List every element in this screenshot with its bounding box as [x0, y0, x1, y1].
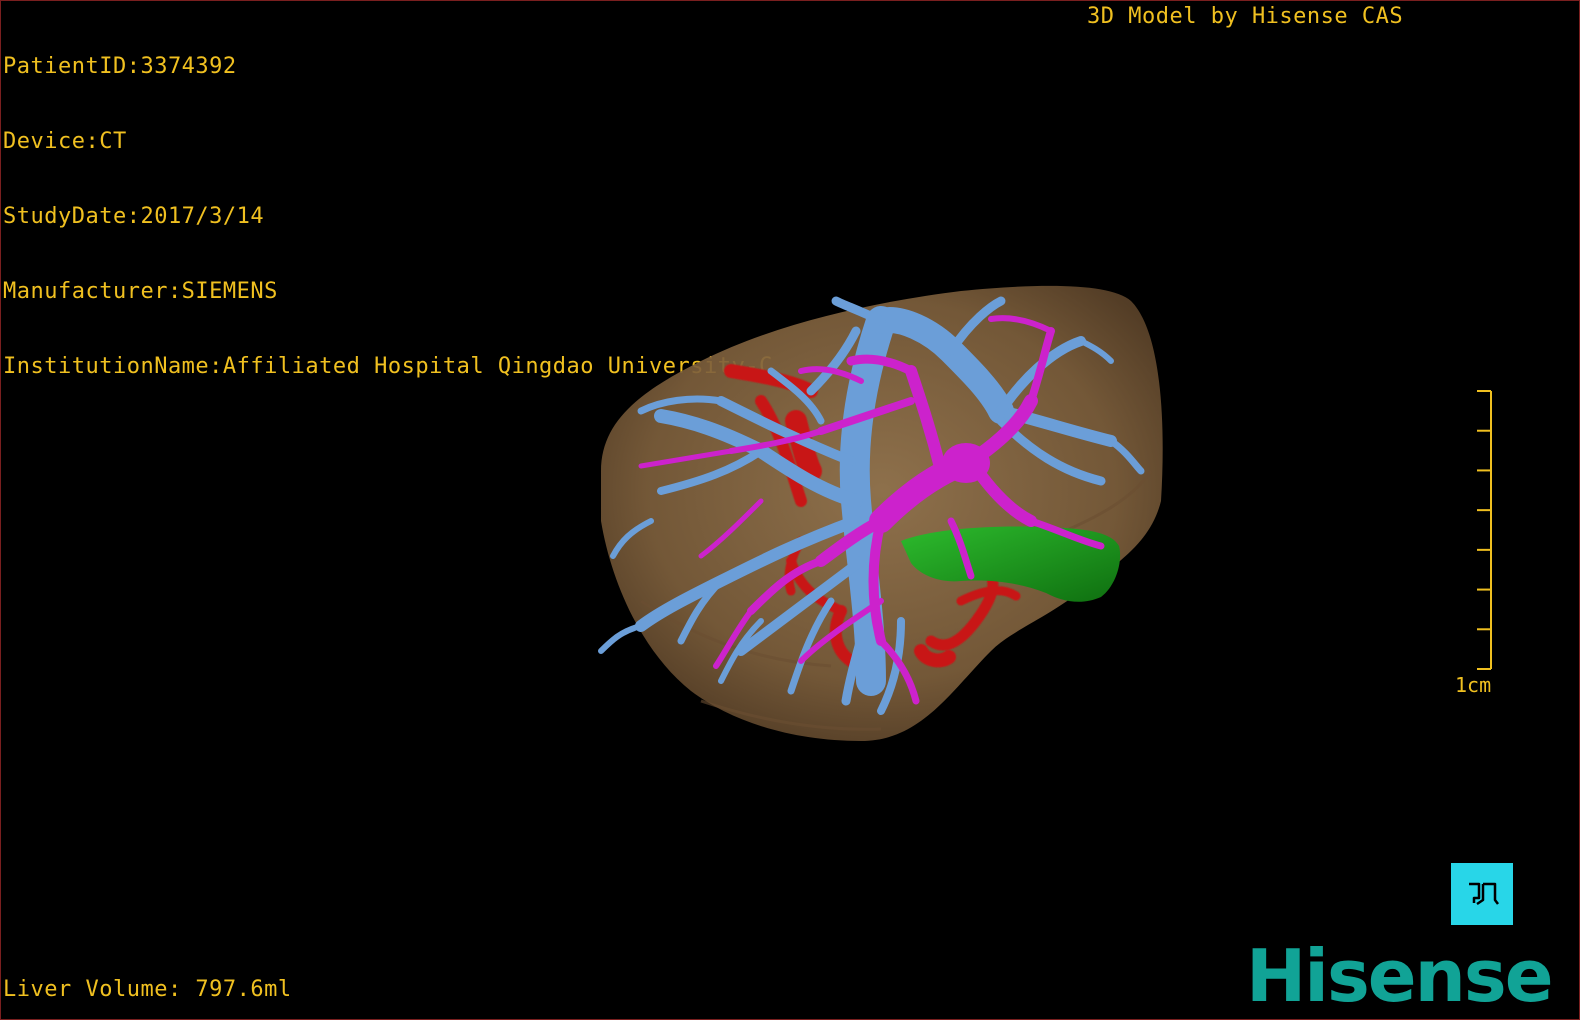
view-toggle-button[interactable] — [1451, 863, 1513, 925]
scale-bar-label: 1cm — [1455, 673, 1492, 697]
liver-volume-label: Liver Volume: 797.6ml — [3, 977, 292, 1002]
3d-viewport[interactable]: PatientID:3374392 Device:CT StudyDate:20… — [0, 0, 1580, 1020]
hisense-logo: Hisense — [1246, 934, 1554, 1018]
liver-3d-model[interactable] — [1, 1, 1580, 1020]
scale-bar — [1477, 390, 1492, 670]
view-orientation-icon — [1469, 882, 1499, 906]
hepatic-vein-confluence — [942, 443, 990, 483]
